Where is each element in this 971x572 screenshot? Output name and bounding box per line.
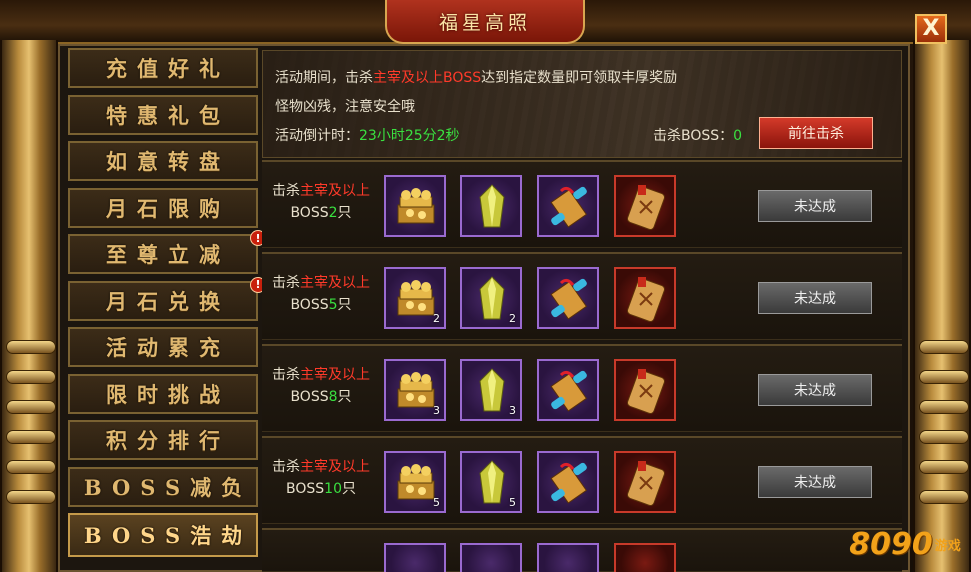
reward-slot[interactable]: 5 xyxy=(460,451,522,513)
reward-row-partial xyxy=(262,528,902,572)
scroll-icon xyxy=(547,275,591,323)
kill-count: 击杀BOSS：0 xyxy=(653,128,743,144)
gold-chest-icon xyxy=(394,275,438,323)
close-icon: X xyxy=(922,16,940,41)
sidebar-item-3[interactable]: 月石限购 xyxy=(68,187,258,228)
window-title: 福星高照 xyxy=(385,0,585,44)
banner-line-1: 活动期间，击杀主宰及以上BOSS达到指定数量即可领取丰厚奖励 xyxy=(275,70,678,86)
claim-status-button[interactable]: 未达成 xyxy=(758,190,872,222)
sidebar-item-8[interactable]: 积分排行 xyxy=(68,420,258,460)
talisman-icon xyxy=(624,367,668,415)
sidebar-item-label: 至尊立减 xyxy=(106,242,230,267)
reward-row: 击杀主宰及以上 BOSS5只 2 2 未达成 xyxy=(262,252,902,340)
sidebar-item-label: 限时挑战 xyxy=(106,381,230,407)
sidebar-item-1[interactable]: 特惠礼包 xyxy=(68,94,258,135)
sidebar-item-9[interactable]: BOSS减负 xyxy=(68,466,258,507)
reward-slot[interactable] xyxy=(537,543,599,572)
requirement-text: 击杀主宰及以上 BOSS10只 xyxy=(272,459,370,497)
reward-slot[interactable]: 2 xyxy=(384,267,446,329)
reward-row: 击杀主宰及以上 BOSS8只 3 3 未达成 xyxy=(262,344,902,432)
reward-slot[interactable] xyxy=(537,175,599,237)
reward-slot[interactable] xyxy=(614,267,676,329)
requirement-text: 击杀主宰及以上 BOSS8只 xyxy=(272,367,370,405)
reward-slot[interactable] xyxy=(384,175,446,237)
reward-slot[interactable] xyxy=(614,451,676,513)
talisman-icon xyxy=(624,183,668,231)
reward-row: 击杀主宰及以上 BOSS2只 未达成 xyxy=(262,160,902,248)
item-quantity: 2 xyxy=(509,312,516,325)
activity-banner: 活动期间，击杀主宰及以上BOSS达到指定数量即可领取丰厚奖励 怪物凶残，注意安全… xyxy=(262,50,902,158)
requirement-text: 击杀主宰及以上 BOSS5只 xyxy=(272,275,370,313)
item-quantity: 5 xyxy=(433,496,440,509)
reward-slot[interactable] xyxy=(614,543,676,572)
reward-slot[interactable] xyxy=(614,359,676,421)
sidebar-item-0[interactable]: 充值好礼 xyxy=(68,48,258,88)
sidebar: 充值好礼特惠礼包如意转盘月石限购至尊立减! 月石兑换! 活动累充限时挑战积分排行 BO… xyxy=(68,48,266,572)
sidebar-item-7[interactable]: 限时挑战 xyxy=(68,373,258,414)
sidebar-item-label: 月石兑换 xyxy=(106,288,230,314)
scroll-icon xyxy=(547,367,591,415)
sidebar-item-label: 特惠礼包 xyxy=(106,102,230,128)
yellow-crystal-icon xyxy=(470,275,514,323)
reward-slot[interactable]: 5 xyxy=(384,451,446,513)
claim-status-button[interactable]: 未达成 xyxy=(758,374,872,406)
scroll-icon xyxy=(547,459,591,507)
site-logo: 8090 游戏 xyxy=(849,526,961,562)
claim-status-button[interactable]: 未达成 xyxy=(758,466,872,498)
title-text: 福星高照 xyxy=(438,11,531,34)
sidebar-item-label: 如意转盘 xyxy=(106,149,230,174)
reward-slot[interactable] xyxy=(537,359,599,421)
talisman-icon xyxy=(624,275,668,323)
yellow-crystal-icon xyxy=(470,183,514,231)
gold-chest-icon xyxy=(394,183,438,231)
reward-slot[interactable]: 3 xyxy=(460,359,522,421)
sidebar-item-4[interactable]: 至尊立减! xyxy=(68,230,266,274)
yellow-crystal-icon xyxy=(470,459,514,507)
reward-slot[interactable] xyxy=(384,543,446,572)
sidebar-item-10[interactable]: BOSS浩劫 xyxy=(68,513,258,557)
sidebar-item-label: BOSS浩劫 xyxy=(83,523,253,548)
sidebar-item-label: BOSS减负 xyxy=(83,474,253,500)
item-quantity: 3 xyxy=(509,404,516,417)
item-quantity: 3 xyxy=(433,404,440,417)
gold-chest-icon xyxy=(394,459,438,507)
sidebar-item-label: 充值好礼 xyxy=(106,56,230,81)
countdown: 活动倒计时：23小时25分2秒 xyxy=(275,128,460,144)
right-pillar xyxy=(913,40,971,572)
yellow-crystal-icon xyxy=(470,367,514,415)
item-quantity: 2 xyxy=(433,312,440,325)
reward-row: 击杀主宰及以上 BOSS10只 5 5 未达成 xyxy=(262,436,902,524)
claim-status-button[interactable]: 未达成 xyxy=(758,282,872,314)
go-kill-button[interactable]: 前往击杀 xyxy=(759,117,873,149)
banner-line-2: 怪物凶残，注意安全哦 xyxy=(275,99,415,115)
reward-slot[interactable] xyxy=(537,451,599,513)
sidebar-item-6[interactable]: 活动累充 xyxy=(68,327,258,367)
talisman-icon xyxy=(624,459,668,507)
sidebar-item-label: 月石限购 xyxy=(106,195,230,221)
item-quantity: 5 xyxy=(509,496,516,509)
reward-slot[interactable] xyxy=(614,175,676,237)
gold-chest-icon xyxy=(394,367,438,415)
reward-slot[interactable] xyxy=(460,543,522,572)
left-pillar xyxy=(0,40,58,572)
sidebar-item-2[interactable]: 如意转盘 xyxy=(68,141,258,181)
reward-slot[interactable] xyxy=(537,267,599,329)
reward-slot[interactable]: 3 xyxy=(384,359,446,421)
requirement-text: 击杀主宰及以上 BOSS2只 xyxy=(272,183,370,221)
sidebar-item-5[interactable]: 月石兑换! xyxy=(68,276,266,321)
scroll-icon xyxy=(547,183,591,231)
reward-slot[interactable]: 2 xyxy=(460,267,522,329)
close-button[interactable]: X xyxy=(915,14,947,44)
sidebar-item-label: 活动累充 xyxy=(106,335,230,360)
sidebar-item-label: 积分排行 xyxy=(106,428,230,453)
reward-slot[interactable] xyxy=(460,175,522,237)
